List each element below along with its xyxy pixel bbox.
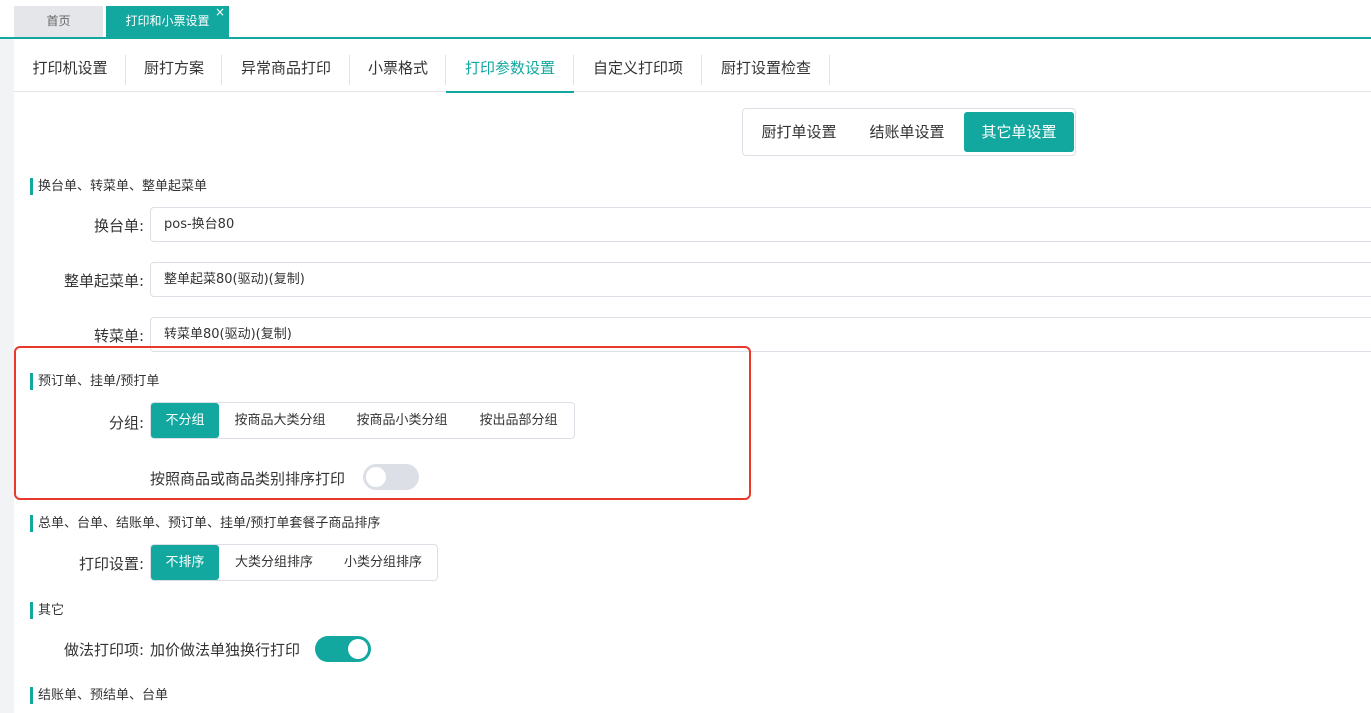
change-table-select[interactable]: pos-换台80: [150, 207, 1371, 242]
tab-label: 自定义打印项: [592, 59, 683, 77]
group-label: 分组:: [108, 414, 144, 432]
tab-home[interactable]: 首页: [14, 6, 103, 37]
change-table-label: 换台单:: [93, 217, 144, 235]
tab-custom-print-items[interactable]: 自定义打印项: [574, 53, 702, 85]
sort-print-toggle[interactable]: [363, 464, 419, 490]
content-panel: 打印机设置 厨打方案 异常商品打印 小票格式 打印参数设置 自定义打印项 厨打设…: [14, 39, 1371, 713]
tab-label: 异常商品打印: [240, 59, 331, 77]
kitchen-doc-settings-button[interactable]: 厨打单设置: [747, 112, 851, 152]
group-by-subcategory-option[interactable]: 按商品小类分组: [341, 403, 463, 438]
settings-subtabs: 打印机设置 厨打方案 异常商品打印 小票格式 打印参数设置 自定义打印项 厨打设…: [14, 39, 1371, 93]
tab-label: 打印机设置: [32, 59, 108, 77]
toggle-knob: [348, 639, 368, 659]
start-all-select[interactable]: 整单起菜80(驱动)(复制): [150, 262, 1371, 297]
tab-print-params[interactable]: 打印参数设置: [446, 53, 574, 93]
checkout-doc-settings-button[interactable]: 结账单设置: [855, 112, 959, 152]
tab-label: 厨打方案: [143, 59, 204, 77]
close-icon[interactable]: ×: [215, 0, 225, 28]
tab-kitchen-check[interactable]: 厨打设置检查: [702, 53, 830, 85]
section-title: 结账单、预结单、台单: [30, 687, 168, 704]
subcategory-sort-option[interactable]: 小类分组排序: [329, 545, 437, 580]
start-all-label: 整单起菜单:: [63, 272, 144, 290]
section-title: 换台单、转菜单、整单起菜单: [30, 178, 207, 195]
tab-kitchen-plan[interactable]: 厨打方案: [126, 53, 222, 85]
section-title: 预订单、挂单/预打单: [30, 373, 159, 390]
no-sort-option[interactable]: 不排序: [151, 545, 219, 580]
group-options: 不分组 按商品大类分组 按商品小类分组 按出品部分组: [150, 402, 575, 439]
tab-label: 小票格式: [367, 59, 428, 77]
method-print-toggle[interactable]: [315, 636, 371, 662]
tab-printer-settings[interactable]: 打印机设置: [14, 53, 126, 85]
transfer-label: 转菜单:: [93, 327, 144, 345]
category-sort-option[interactable]: 大类分组排序: [219, 545, 329, 580]
tab-label: 厨打设置检查: [720, 59, 811, 77]
sort-print-label: 按照商品或商品类别排序打印: [150, 470, 346, 488]
section-title: 其它: [30, 602, 64, 619]
tab-receipt-format[interactable]: 小票格式: [350, 53, 446, 85]
other-doc-settings-button[interactable]: 其它单设置: [964, 112, 1074, 152]
print-setting-label: 打印设置:: [78, 555, 144, 573]
method-print-text: 加价做法单独换行打印: [150, 641, 301, 659]
tab-abnormal-item-print[interactable]: 异常商品打印: [222, 53, 350, 85]
tab-print-settings[interactable]: 打印和小票设置 ×: [106, 5, 229, 37]
method-print-label: 做法打印项:: [63, 641, 144, 659]
section-title: 总单、台单、结账单、预订单、挂单/预打单套餐子商品排序: [30, 515, 380, 532]
tab-label: 打印参数设置: [464, 59, 555, 77]
window-tab-bar: 首页 打印和小票设置 ×: [0, 0, 1371, 39]
toggle-knob: [366, 467, 386, 487]
group-by-category-option[interactable]: 按商品大类分组: [219, 403, 341, 438]
combo-sort-options: 不排序 大类分组排序 小类分组排序: [150, 544, 438, 581]
group-by-dept-option[interactable]: 按出品部分组: [463, 403, 574, 438]
no-group-option[interactable]: 不分组: [151, 403, 219, 438]
tab-print-settings-label: 打印和小票设置: [125, 14, 210, 28]
doc-type-switch: 厨打单设置 结账单设置 其它单设置: [742, 108, 1076, 156]
